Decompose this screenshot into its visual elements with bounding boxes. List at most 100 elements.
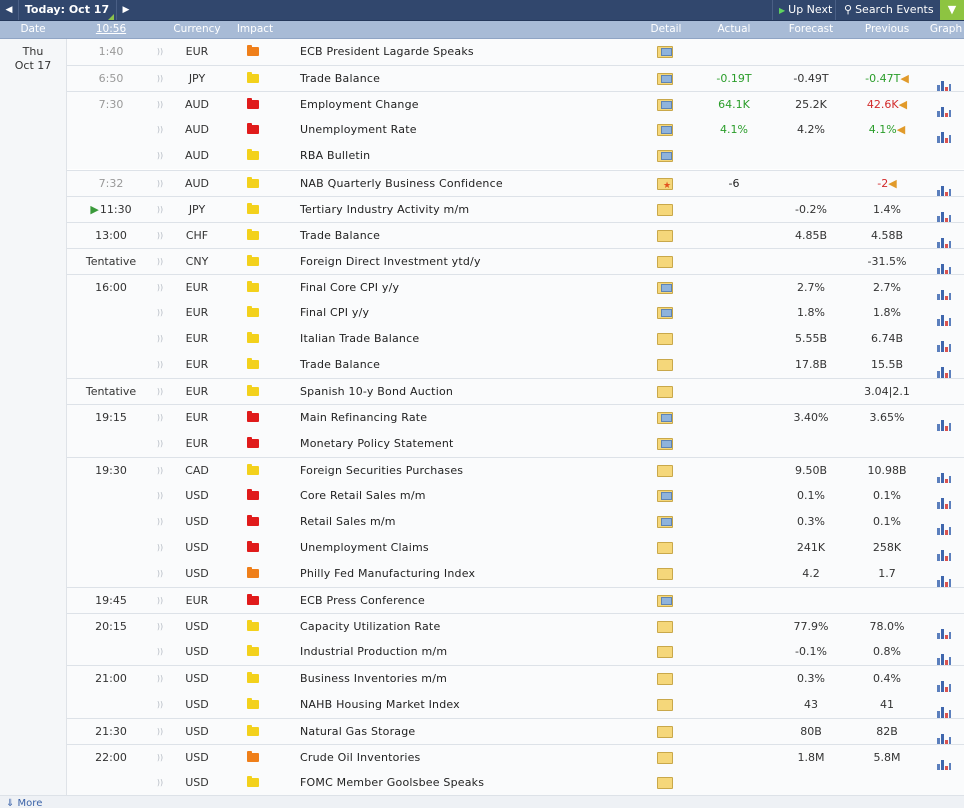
table-row[interactable]: )) USD Unemployment Claims 241K 258K — [67, 534, 964, 561]
event-name[interactable]: ECB Press Conference — [300, 588, 640, 614]
event-name[interactable]: Natural Gas Storage — [300, 719, 640, 745]
event-name[interactable]: Crude Oil Inventories — [300, 745, 640, 771]
table-row[interactable]: ▶11:30)) JPY Tertiary Industry Activity m/… — [67, 195, 964, 223]
revised-arrow-icon[interactable]: ◀ — [897, 123, 905, 136]
event-name[interactable]: Business Inventories m/m — [300, 666, 640, 692]
event-name[interactable]: FOMC Member Goolsbee Speaks — [300, 770, 640, 796]
table-row[interactable]: )) AUD RBA Bulletin — [67, 143, 964, 170]
detail-button[interactable] — [657, 535, 675, 561]
sound-alert-icon[interactable]: )) — [155, 509, 165, 535]
event-name[interactable]: Employment Change — [300, 92, 640, 118]
table-row[interactable]: 7:30)) AUD Employment Change 64.1K 25.2K 42.6… — [67, 91, 964, 119]
graph-button[interactable] — [937, 535, 955, 561]
graph-button[interactable] — [937, 745, 955, 771]
detail-button[interactable] — [657, 352, 675, 378]
graph-button[interactable] — [937, 326, 955, 353]
graph-button[interactable] — [937, 561, 955, 587]
detail-button[interactable] — [657, 326, 675, 352]
event-name[interactable]: Final CPI y/y — [300, 300, 640, 326]
graph-button[interactable] — [937, 223, 955, 249]
event-name[interactable]: Tertiary Industry Activity m/m — [300, 197, 640, 223]
graph-button[interactable] — [937, 66, 955, 93]
event-name[interactable]: RBA Bulletin — [300, 143, 640, 169]
detail-button[interactable] — [657, 561, 675, 587]
event-name[interactable]: Trade Balance — [300, 66, 640, 92]
sound-alert-icon[interactable]: )) — [155, 117, 165, 143]
detail-button[interactable] — [657, 197, 675, 223]
sound-alert-icon[interactable]: )) — [155, 379, 165, 405]
graph-button[interactable] — [937, 92, 955, 119]
sound-alert-icon[interactable]: )) — [155, 223, 165, 249]
graph-button[interactable] — [937, 614, 955, 641]
detail-button[interactable] — [657, 666, 675, 692]
detail-button[interactable] — [657, 300, 675, 326]
table-row[interactable]: 1:40)) EUR ECB President Lagarde Speaks — [67, 39, 964, 65]
next-day-button[interactable]: ▶ — [116, 0, 135, 20]
detail-button[interactable] — [657, 745, 675, 771]
sound-alert-icon[interactable]: )) — [155, 352, 165, 378]
sound-alert-icon[interactable]: )) — [155, 275, 165, 301]
detail-button[interactable] — [657, 171, 675, 199]
up-next-button[interactable]: ▶ Up Next — [772, 0, 835, 20]
table-row[interactable]: Tentative)) CNY Foreign Direct Investment … — [67, 247, 964, 275]
graph-button[interactable] — [937, 639, 955, 666]
table-row[interactable]: 6:50)) JPY Trade Balance -0.19T -0.49T -0.47T… — [67, 65, 964, 93]
sound-alert-icon[interactable]: )) — [155, 745, 165, 771]
table-row[interactable]: 16:00)) EUR Final Core CPI y/y 2.7% 2.7% — [67, 273, 964, 301]
event-name[interactable]: Foreign Direct Investment ytd/y — [300, 249, 640, 275]
detail-button[interactable] — [657, 405, 675, 431]
sound-alert-icon[interactable]: )) — [155, 92, 165, 118]
sound-alert-icon[interactable]: )) — [155, 639, 165, 665]
sound-alert-icon[interactable]: )) — [155, 197, 165, 223]
revised-arrow-icon[interactable]: ◀ — [899, 98, 907, 111]
sound-alert-icon[interactable]: )) — [155, 39, 165, 65]
event-name[interactable]: Industrial Production m/m — [300, 639, 640, 665]
filter-icon[interactable]: ▼ — [940, 0, 964, 20]
table-row[interactable]: Tentative)) EUR Spanish 10-y Bond Auction 3… — [67, 378, 964, 406]
graph-button[interactable] — [937, 483, 955, 509]
event-name[interactable]: Trade Balance — [300, 223, 640, 249]
sound-alert-icon[interactable]: )) — [155, 66, 165, 92]
detail-button[interactable] — [657, 692, 675, 718]
detail-button[interactable] — [657, 483, 675, 509]
table-row[interactable]: )) USD Core Retail Sales m/m 0.1% 0.1% — [67, 482, 964, 509]
graph-button[interactable] — [937, 197, 955, 223]
sound-alert-icon[interactable]: )) — [155, 458, 165, 484]
event-name[interactable]: Unemployment Claims — [300, 535, 640, 561]
table-row[interactable]: )) EUR Trade Balance 17.8B 15.5B — [67, 352, 964, 379]
sound-alert-icon[interactable]: )) — [155, 588, 165, 614]
event-name[interactable]: Italian Trade Balance — [300, 326, 640, 352]
detail-button[interactable] — [657, 770, 675, 796]
detail-button[interactable] — [657, 458, 675, 484]
graph-button[interactable] — [937, 405, 955, 432]
event-name[interactable]: NAHB Housing Market Index — [300, 692, 640, 718]
detail-button[interactable] — [657, 92, 675, 118]
sound-alert-icon[interactable]: )) — [155, 405, 165, 431]
sound-alert-icon[interactable]: )) — [155, 300, 165, 326]
detail-button[interactable] — [657, 614, 675, 640]
table-row[interactable]: )) USD NAHB Housing Market Index 43 41 — [67, 691, 964, 718]
event-name[interactable]: Monetary Policy Statement — [300, 431, 640, 457]
detail-button[interactable] — [657, 588, 675, 614]
event-name[interactable]: Unemployment Rate — [300, 117, 640, 143]
graph-button[interactable] — [937, 509, 955, 535]
previous-day-button[interactable]: ◀ — [0, 0, 19, 20]
graph-button[interactable] — [937, 171, 955, 197]
detail-button[interactable] — [657, 223, 675, 249]
detail-button[interactable] — [657, 143, 675, 169]
sound-alert-icon[interactable]: )) — [155, 614, 165, 640]
event-name[interactable]: Foreign Securities Purchases — [300, 458, 640, 484]
detail-button[interactable] — [657, 66, 675, 92]
table-row[interactable]: 20:15)) USD Capacity Utilization Rate 77.9%… — [67, 613, 964, 641]
event-name[interactable]: ECB President Lagarde Speaks — [300, 39, 640, 65]
sound-alert-icon[interactable]: )) — [155, 326, 165, 352]
sound-alert-icon[interactable]: )) — [155, 431, 165, 457]
detail-button[interactable] — [657, 639, 675, 665]
revised-arrow-icon[interactable]: ◀ — [888, 177, 896, 190]
table-row[interactable]: 22:00)) USD Crude Oil Inventories 1.8M 5.8M — [67, 743, 964, 771]
table-row[interactable]: )) EUR Italian Trade Balance 5.55B 6.74B — [67, 326, 964, 353]
event-name[interactable]: Retail Sales m/m — [300, 509, 640, 535]
search-events-button[interactable]: ⚲ Search Events — [835, 0, 941, 20]
sound-alert-icon[interactable]: )) — [155, 143, 165, 169]
table-row[interactable]: 19:15)) EUR Main Refinancing Rate 3.40% 3.65… — [67, 404, 964, 432]
